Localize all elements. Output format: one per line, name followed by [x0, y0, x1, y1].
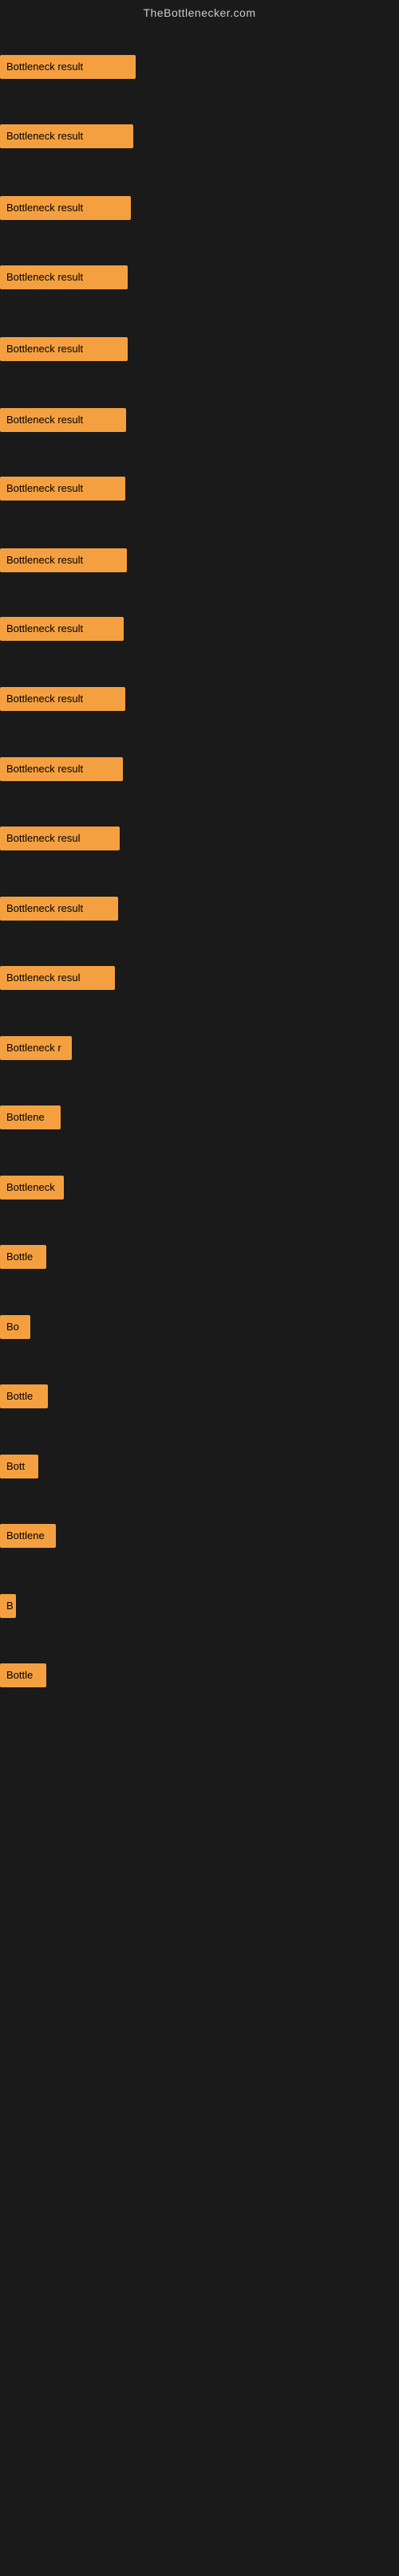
bottleneck-result-item[interactable]: Bottleneck — [0, 1176, 64, 1200]
bottleneck-result-item[interactable]: Bottleneck result — [0, 265, 128, 289]
bottleneck-result-item[interactable]: Bottle — [0, 1663, 46, 1687]
bottleneck-result-item[interactable]: Bottlene — [0, 1105, 61, 1129]
bottleneck-result-item[interactable]: Bott — [0, 1455, 38, 1478]
bottleneck-result-item[interactable]: Bottleneck result — [0, 337, 128, 361]
bottleneck-result-item[interactable]: Bottleneck resul — [0, 966, 115, 990]
bottleneck-result-item[interactable]: Bottleneck result — [0, 617, 124, 641]
bottleneck-result-item[interactable]: Bottleneck result — [0, 55, 136, 79]
bottleneck-result-item[interactable]: Bo — [0, 1315, 30, 1339]
bottleneck-result-item[interactable]: Bottlene — [0, 1524, 56, 1548]
bottleneck-result-item[interactable]: Bottleneck result — [0, 548, 127, 572]
site-title: TheBottlenecker.com — [0, 0, 399, 26]
bottleneck-result-item[interactable]: Bottleneck result — [0, 897, 118, 921]
bottleneck-result-item[interactable]: Bottleneck result — [0, 477, 125, 501]
bottleneck-result-item[interactable]: B — [0, 1594, 16, 1618]
bottleneck-result-item[interactable]: Bottleneck resul — [0, 827, 120, 850]
bottleneck-result-item[interactable]: Bottleneck result — [0, 408, 126, 432]
bottleneck-result-item[interactable]: Bottleneck result — [0, 757, 123, 781]
bottleneck-result-item[interactable]: Bottleneck r — [0, 1036, 72, 1060]
bottleneck-result-item[interactable]: Bottleneck result — [0, 687, 125, 711]
bottleneck-result-item[interactable]: Bottle — [0, 1245, 46, 1269]
bottleneck-result-item[interactable]: Bottleneck result — [0, 196, 131, 220]
bottleneck-result-item[interactable]: Bottle — [0, 1384, 48, 1408]
bottleneck-result-item[interactable]: Bottleneck result — [0, 124, 133, 148]
